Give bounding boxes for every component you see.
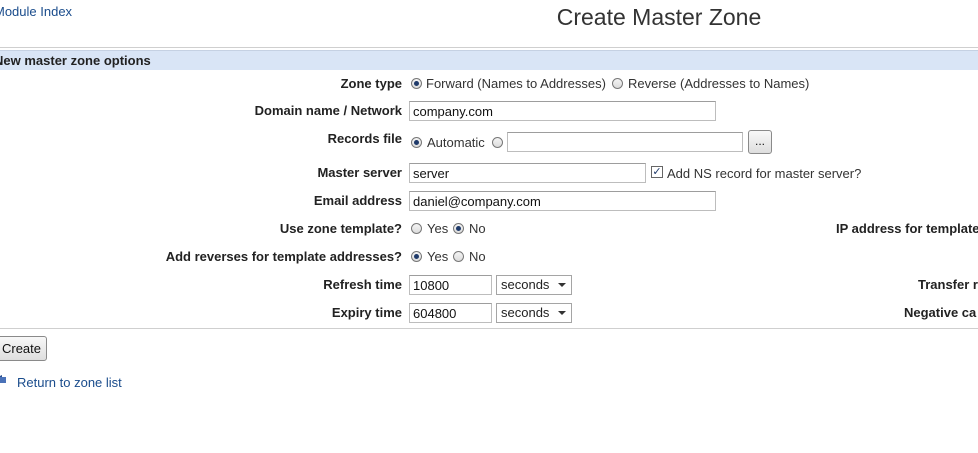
records-file-auto-label: Automatic (427, 135, 485, 150)
use-template-label: Use zone template? (279, 221, 402, 236)
add-ns-checkbox[interactable]: ✓ (651, 166, 663, 178)
expiry-unit-select[interactable]: seconds (496, 303, 572, 323)
refresh-label: Refresh time (323, 277, 402, 292)
zone-type-forward-label: Forward (Names to Addresses) (426, 76, 606, 91)
add-ns-label: Add NS record for master server? (667, 166, 862, 181)
transfer-label: Transfer r (918, 277, 978, 292)
ip-template-label: IP address for template (836, 221, 978, 236)
chevron-down-icon (558, 311, 566, 315)
chevron-down-icon (558, 283, 566, 287)
create-button[interactable]: Create (0, 336, 47, 361)
bottom-divider (0, 328, 978, 329)
add-reverses-no-label: No (469, 249, 486, 264)
return-to-zone-list-link[interactable]: Return to zone list (17, 375, 122, 390)
zone-type-forward-radio[interactable] (411, 78, 422, 89)
top-divider (0, 47, 978, 48)
add-reverses-label: Add reverses for template addresses? (165, 249, 402, 264)
use-template-yes-radio[interactable] (411, 223, 422, 234)
master-server-label: Master server (317, 165, 402, 180)
refresh-unit-select[interactable]: seconds (496, 275, 572, 295)
refresh-input[interactable] (409, 275, 492, 295)
zone-type-reverse-radio[interactable] (612, 78, 623, 89)
domain-label: Domain name / Network (254, 103, 402, 118)
email-label: Email address (313, 193, 402, 208)
master-server-input[interactable] (409, 163, 646, 183)
records-file-custom-radio[interactable] (492, 137, 503, 148)
use-template-yes-label: Yes (427, 221, 449, 236)
add-reverses-yes-label: Yes (427, 249, 449, 264)
browse-button[interactable]: ... (748, 130, 772, 154)
negative-label: Negative ca (904, 305, 977, 320)
zone-type-reverse-label: Reverse (Addresses to Names) (628, 76, 810, 91)
domain-input[interactable] (409, 101, 716, 121)
arrow-left-icon (0, 375, 6, 383)
expiry-label: Expiry time (331, 305, 402, 320)
section-title: New master zone options (0, 53, 151, 68)
records-file-label: Records file (327, 131, 402, 146)
refresh-unit-value: seconds (501, 277, 550, 292)
use-template-no-radio[interactable] (453, 223, 464, 234)
add-reverses-no-radio[interactable] (453, 251, 464, 262)
email-input[interactable] (409, 191, 716, 211)
section-header: New master zone options (0, 50, 978, 70)
records-file-input[interactable] (507, 132, 743, 152)
use-template-no-label: No (469, 221, 486, 236)
add-reverses-yes-radio[interactable] (411, 251, 422, 262)
expiry-unit-value: seconds (501, 305, 550, 320)
page-title: Create Master Zone (556, 4, 762, 30)
expiry-input[interactable] (409, 303, 492, 323)
records-file-auto-radio[interactable] (411, 137, 422, 148)
zone-type-label: Zone type (340, 76, 402, 91)
